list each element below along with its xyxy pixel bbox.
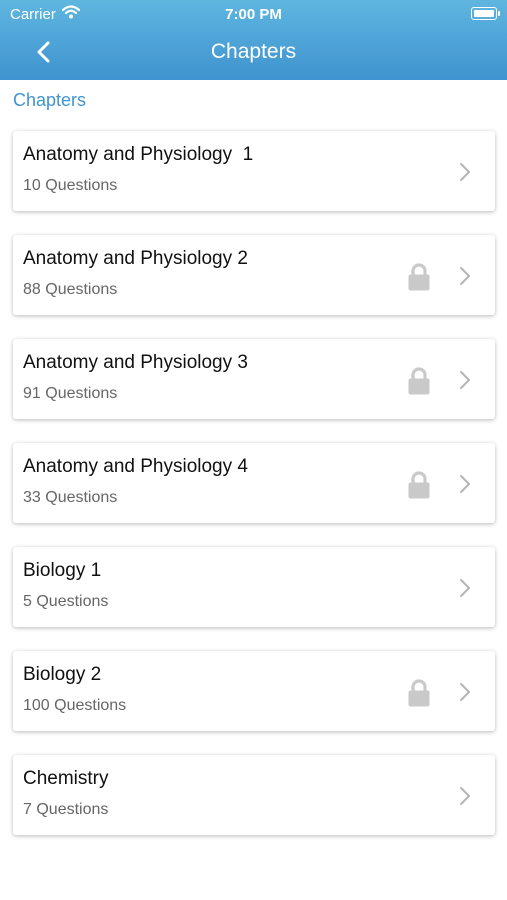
chapter-question-count: 5 Questions	[23, 593, 109, 610]
chapter-row[interactable]: Anatomy and Physiology 2 88 Questions	[13, 235, 495, 315]
section-label: Chapters	[13, 90, 87, 110]
chapter-row[interactable]: Anatomy and Physiology 4 33 Questions	[13, 443, 495, 523]
status-bar: Carrier 7:00 PM	[0, 0, 507, 28]
chapter-title: Chemistry	[23, 768, 109, 789]
chapter-question-count: 88 Questions	[23, 281, 118, 298]
chapter-row[interactable]: Chemistry 7 Questions	[13, 755, 495, 835]
chevron-right-icon	[458, 369, 472, 391]
chevron-right-icon	[458, 473, 472, 495]
navigation-header: Carrier 7:00 PM Chapters	[0, 0, 507, 80]
lock-icon	[407, 678, 431, 708]
chapter-title: Anatomy and Physiology 4	[23, 456, 248, 477]
chevron-right-icon	[458, 161, 472, 183]
chapter-question-count: 100 Questions	[23, 697, 127, 714]
chevron-right-icon	[458, 577, 472, 599]
lock-icon	[407, 366, 431, 396]
chevron-right-icon	[458, 265, 472, 287]
chapter-row[interactable]: Biology 1 5 Questions	[13, 547, 495, 627]
chapter-question-count: 33 Questions	[23, 489, 118, 506]
chapter-row[interactable]: Biology 2 100 Questions	[13, 651, 495, 731]
chapter-row[interactable]: Anatomy and Physiology 3 91 Questions	[13, 339, 495, 419]
chapter-title: Anatomy and Physiology 1	[23, 144, 254, 165]
page-title: Chapters	[210, 40, 297, 63]
chapter-title: Anatomy and Physiology 3	[23, 352, 248, 373]
chapter-title: Biology 1	[23, 560, 102, 581]
chevron-right-icon	[458, 785, 472, 807]
status-time: 7:00 PM	[225, 6, 282, 23]
chapter-question-count: 10 Questions	[23, 177, 118, 194]
chapter-question-count: 91 Questions	[23, 385, 118, 402]
lock-icon	[407, 262, 431, 292]
chapter-row[interactable]: Anatomy and Physiology 1 10 Questions	[13, 131, 495, 211]
chevron-right-icon	[458, 681, 472, 703]
lock-icon	[407, 470, 431, 500]
chapter-list: Anatomy and Physiology 1 10 Questions Anat…	[13, 131, 495, 859]
battery-icon	[471, 7, 500, 20]
chapter-title: Anatomy and Physiology 2	[23, 248, 248, 269]
chapter-title: Biology 2	[23, 664, 102, 685]
chapter-question-count: 7 Questions	[23, 801, 109, 818]
